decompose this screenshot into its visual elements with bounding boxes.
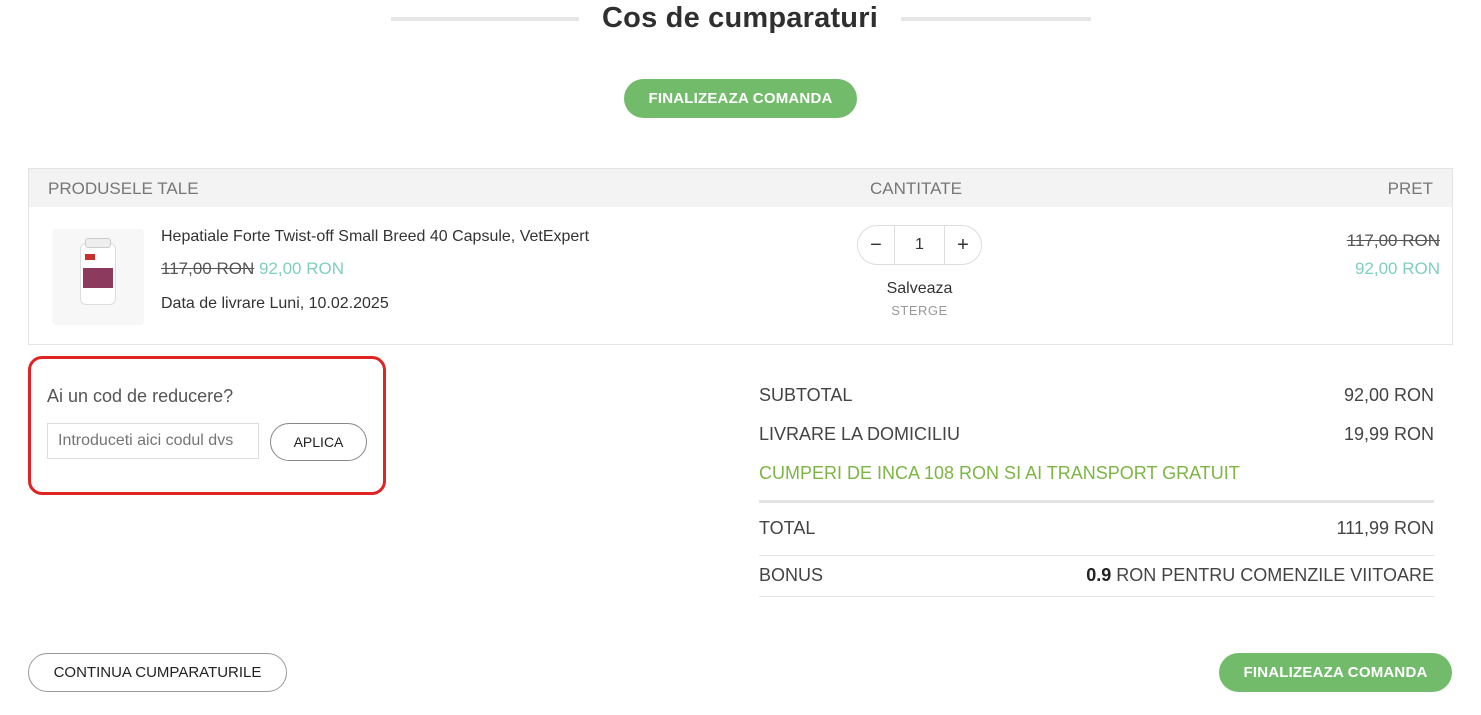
save-link[interactable]: Salveaza (857, 280, 982, 298)
total-label: TOTAL (759, 518, 816, 538)
header-products: PRODUSELE TALE (48, 179, 199, 198)
product-old-price: 117,00 RON (161, 259, 255, 278)
delete-link[interactable]: STERGE (857, 303, 982, 318)
free-shipping-message: CUMPERI DE INCA 108 RON SI AI TRANSPORT … (759, 463, 1240, 483)
delivery-date: Data de livrare Luni, 10.02.2025 (161, 295, 389, 312)
total-row: TOTAL 111,99 RON (759, 518, 1434, 539)
checkout-button-bottom[interactable]: FINALIZEAZA COMANDA (1219, 653, 1452, 692)
quantity-value[interactable]: 1 (894, 226, 945, 264)
bottle-icon (80, 238, 116, 305)
discount-code-input[interactable] (47, 423, 259, 459)
checkout-button-top[interactable]: FINALIZEAZA COMANDA (624, 79, 857, 118)
bonus-value: 0.9 RON PENTRU COMENZILE VIITOARE (1086, 565, 1434, 586)
subtotal-label: SUBTOTAL (759, 385, 853, 405)
line-total-new: 92,00 RON (1354, 259, 1440, 278)
discount-section: Ai un cod de reducere? APLICA (28, 356, 386, 495)
bonus-row: BONUS 0.9 RON PENTRU COMENZILE VIITOARE (759, 565, 1434, 586)
apply-discount-button[interactable]: APLICA (270, 423, 367, 461)
product-new-price: 92,00 RON (258, 259, 345, 278)
page-title: Cos de cumparaturi (602, 2, 878, 34)
summary-divider (759, 500, 1434, 503)
header-price: PRET (1387, 179, 1433, 198)
subtotal-value: 92,00 RON (1343, 385, 1434, 405)
subtotal-row: SUBTOTAL 92,00 RON (759, 385, 1434, 406)
product-prices: 117,00 RON 92,00 RON (161, 259, 344, 279)
bonus-label: BONUS (759, 565, 824, 585)
divider (759, 596, 1434, 597)
discount-label: Ai un cod de reducere? (47, 386, 234, 406)
product-image[interactable] (52, 229, 144, 325)
line-total: 117,00 RON 92,00 RON (1347, 227, 1440, 283)
product-name[interactable]: Hepatiale Forte Twist-off Small Breed 40… (161, 228, 589, 246)
total-value: 111,99 RON (1336, 518, 1434, 538)
delivery-value: 19,99 RON (1343, 424, 1434, 444)
delivery-label: LIVRARE LA DOMICILIU (759, 424, 961, 444)
cart-header: PRODUSELE TALE CANTITATE PRET (29, 169, 1452, 207)
title-divider-left (391, 17, 579, 21)
divider (759, 555, 1434, 556)
quantity-stepper: − 1 + (857, 225, 982, 265)
line-total-old: 117,00 RON (1346, 231, 1440, 250)
cart-table: PRODUSELE TALE CANTITATE PRET Hepatiale … (28, 168, 1453, 345)
continue-shopping-button[interactable]: CONTINUA CUMPARATURILE (28, 653, 287, 692)
bonus-text: RON PENTRU COMENZILE VIITOARE (1111, 565, 1434, 585)
title-divider-right (901, 17, 1091, 21)
decrease-quantity-button[interactable]: − (858, 234, 894, 257)
delivery-row: LIVRARE LA DOMICILIU 19,99 RON (759, 424, 1434, 445)
bonus-amount: 0.9 (1086, 565, 1112, 585)
title-row: Cos de cumparaturi (0, 0, 1481, 40)
increase-quantity-button[interactable]: + (945, 234, 981, 257)
header-quantity: CANTITATE (870, 179, 962, 198)
